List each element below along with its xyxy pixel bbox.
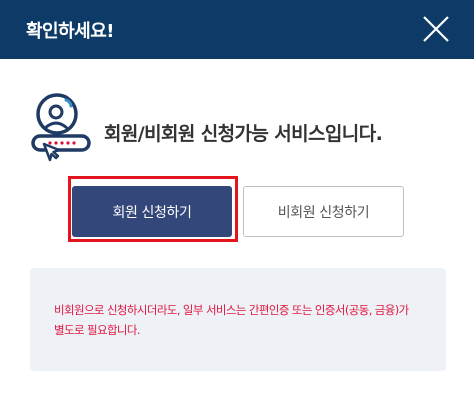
- service-availability-message: 회원/비회원 신청가능 서비스입니다.: [104, 123, 383, 145]
- dialog-title: 확인하세요!: [26, 21, 115, 42]
- close-button[interactable]: [422, 15, 450, 43]
- nonmember-apply-button[interactable]: 비회원 신청하기: [243, 186, 404, 237]
- close-icon: [423, 16, 449, 42]
- user-login-icon: [30, 92, 100, 166]
- notice-text: 비회원으로 신청하시더라도, 일부 서비스는 간편인증 또는 인증서(공동, 금…: [54, 303, 409, 337]
- dialog-header: 확인하세요!: [0, 0, 474, 59]
- notice-box: 비회원으로 신청하시더라도, 일부 서비스는 간편인증 또는 인증서(공동, 금…: [30, 268, 446, 371]
- member-apply-button[interactable]: 회원 신청하기: [72, 186, 232, 237]
